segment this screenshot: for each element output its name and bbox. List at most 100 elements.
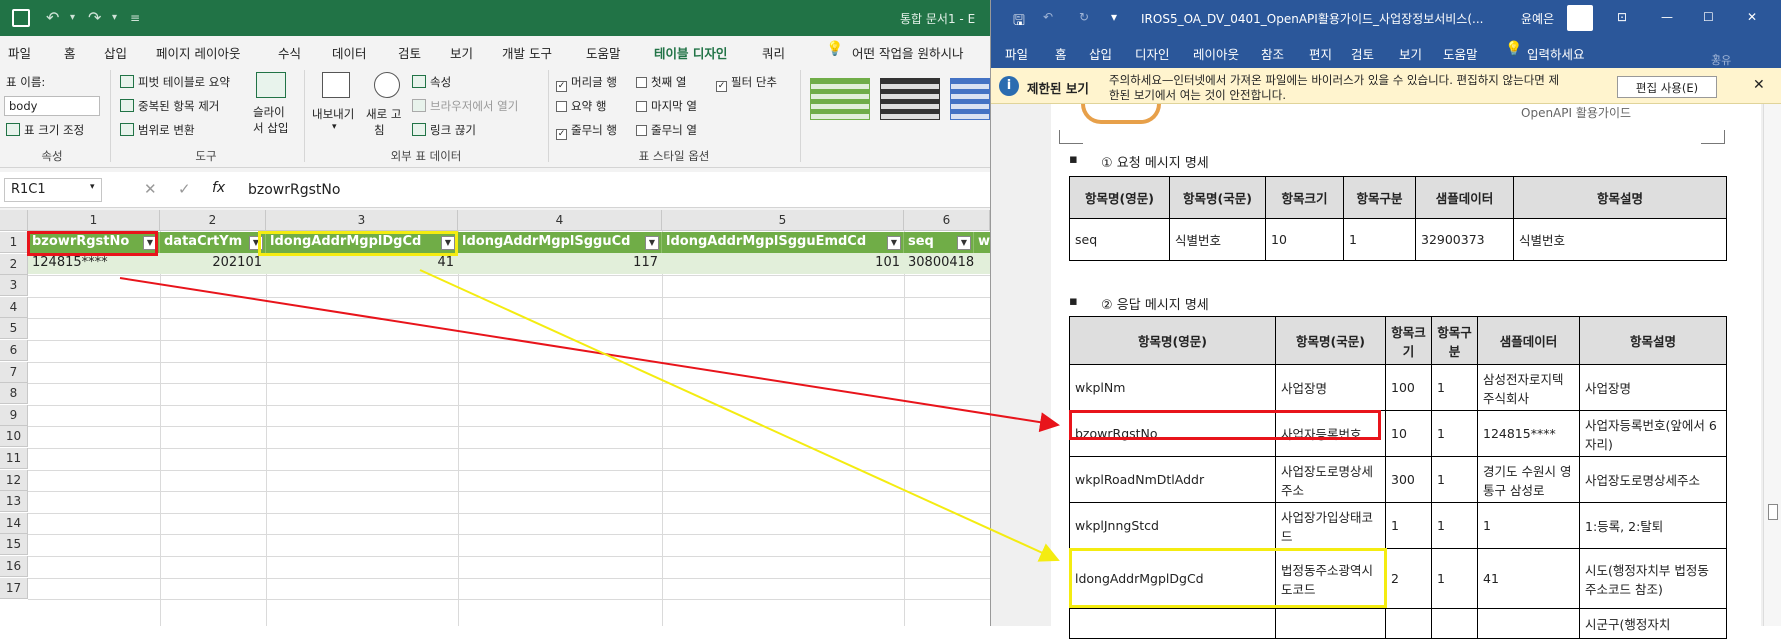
table-cell[interactable]: 101 bbox=[662, 253, 904, 274]
save-icon[interactable] bbox=[12, 9, 30, 27]
column-header[interactable]: 1 bbox=[28, 210, 160, 231]
menu-references[interactable]: 참조 bbox=[1261, 44, 1284, 63]
menu-view[interactable]: 보기 bbox=[450, 43, 473, 62]
row-header[interactable]: 7 bbox=[0, 361, 28, 383]
table-style-blue[interactable] bbox=[950, 78, 990, 120]
chevron-down-icon[interactable]: ▾ bbox=[112, 12, 117, 23]
menu-home[interactable]: 홈 bbox=[64, 43, 76, 62]
filter-dropdown-icon[interactable]: ▼ bbox=[957, 236, 971, 250]
table-cell[interactable]: 30800418 bbox=[904, 253, 990, 274]
unlink-button[interactable]: 링크 끊기 bbox=[412, 122, 476, 138]
row-header[interactable]: 14 bbox=[0, 512, 28, 534]
cancel-icon[interactable]: ✕ bbox=[144, 180, 157, 198]
menu-help[interactable]: 도움말 bbox=[1443, 44, 1478, 63]
vertical-scrollbar[interactable] bbox=[1763, 104, 1781, 626]
tell-me-input[interactable]: 어떤 작업을 원하시나 bbox=[852, 43, 963, 62]
export-button[interactable]: 내보내기 bbox=[312, 106, 354, 122]
menu-file[interactable]: 파일 bbox=[8, 43, 31, 62]
row-header[interactable]: 16 bbox=[0, 556, 28, 577]
filter-dropdown-icon[interactable]: ▼ bbox=[645, 236, 659, 250]
customize-qat-icon[interactable]: ≡ bbox=[130, 11, 140, 25]
insert-slicer-button-l2[interactable]: 서 삽입 bbox=[253, 120, 288, 136]
row-header[interactable]: 1 bbox=[0, 232, 28, 253]
menu-developer[interactable]: 개발 도구 bbox=[502, 43, 552, 62]
table-header-cell[interactable]: seq ▼ bbox=[904, 232, 974, 253]
close-icon[interactable]: ✕ bbox=[1747, 10, 1757, 24]
menu-design[interactable]: 디자인 bbox=[1135, 44, 1170, 63]
pivot-summary-button[interactable]: 피벗 테이블로 요약 bbox=[120, 74, 230, 90]
table-header-cell[interactable]: ldongAddrMgplSgguEmdCd ▼ bbox=[662, 232, 904, 253]
save-icon[interactable]: 🖫 bbox=[1013, 10, 1025, 34]
column-header[interactable]: 6 bbox=[904, 210, 990, 231]
row-header[interactable]: 17 bbox=[0, 577, 28, 599]
open-in-browser-button[interactable]: 브라우저에서 열기 bbox=[412, 98, 518, 114]
table-header-cell[interactable]: ldongAddrMgplSgguCd ▼ bbox=[458, 232, 662, 253]
document-page[interactable]: OpenAPI 활용가이드 ▪ ① 요청 메시지 명세 항목명(영문) 항목명(… bbox=[1051, 104, 1761, 639]
row-header[interactable]: 6 bbox=[0, 340, 28, 361]
table-style-green[interactable] bbox=[810, 78, 870, 120]
row-header[interactable]: 10 bbox=[0, 426, 28, 448]
enable-editing-button[interactable]: 편집 사용(E) bbox=[1617, 76, 1717, 98]
refresh-button-l1[interactable]: 새로 고 bbox=[366, 106, 401, 122]
menu-formulas[interactable]: 수식 bbox=[278, 43, 301, 62]
menu-review[interactable]: 검토 bbox=[398, 43, 421, 62]
insert-slicer-button-l1[interactable]: 슬라이 bbox=[253, 104, 285, 120]
remove-duplicates-button[interactable]: 중복된 항목 제거 bbox=[120, 98, 219, 114]
column-header[interactable]: 2 bbox=[160, 210, 266, 231]
menu-help[interactable]: 도움말 bbox=[586, 43, 621, 62]
avatar[interactable] bbox=[1567, 5, 1593, 31]
scrollbar-thumb[interactable] bbox=[1768, 504, 1778, 520]
properties-button[interactable]: 속성 bbox=[412, 74, 451, 90]
filter-button-checkbox[interactable]: ✓ 필터 단추 bbox=[716, 74, 777, 92]
convert-to-range-button[interactable]: 범위로 변환 bbox=[120, 122, 195, 138]
row-header[interactable]: 12 bbox=[0, 469, 28, 491]
first-column-checkbox[interactable]: 첫째 열 bbox=[636, 74, 686, 90]
menu-file[interactable]: 파일 bbox=[1005, 44, 1028, 63]
table-header-cell[interactable]: w bbox=[974, 232, 990, 253]
close-icon[interactable]: ✕ bbox=[1753, 77, 1765, 93]
row-header[interactable]: 8 bbox=[0, 383, 28, 405]
refresh-button-l2[interactable]: 침 bbox=[374, 122, 385, 138]
resize-table-button[interactable]: 표 크기 조정 bbox=[6, 122, 84, 138]
menu-query[interactable]: 쿼리 bbox=[762, 43, 785, 62]
row-header[interactable]: 4 bbox=[0, 296, 28, 318]
column-header[interactable]: 4 bbox=[458, 210, 662, 231]
ribbon-display-icon[interactable]: ⊡ bbox=[1617, 10, 1627, 24]
total-row-checkbox[interactable]: 요약 행 bbox=[556, 98, 606, 114]
select-all-corner[interactable] bbox=[0, 210, 28, 231]
menu-mailings[interactable]: 편지 bbox=[1309, 44, 1332, 63]
menu-insert[interactable]: 삽입 bbox=[104, 43, 127, 62]
row-header[interactable]: 15 bbox=[0, 534, 28, 556]
banded-columns-checkbox[interactable]: 줄무늬 열 bbox=[636, 122, 697, 138]
table-cell[interactable]: 202101 bbox=[160, 253, 266, 274]
menu-page-layout[interactable]: 페이지 레이아웃 bbox=[156, 43, 240, 62]
column-header[interactable]: 3 bbox=[266, 210, 458, 231]
menu-insert[interactable]: 삽입 bbox=[1089, 44, 1112, 63]
chevron-down-icon[interactable]: ▾ bbox=[90, 182, 95, 192]
row-header[interactable]: 13 bbox=[0, 491, 28, 513]
header-row-checkbox[interactable]: ✓ 머리글 행 bbox=[556, 74, 617, 92]
function-icon[interactable]: fx bbox=[212, 180, 225, 196]
table-cell[interactable]: 124815**** bbox=[28, 253, 160, 274]
tell-me-input[interactable]: 입력하세요 bbox=[1527, 44, 1585, 63]
redo-icon[interactable]: ↷ bbox=[88, 8, 101, 27]
table-name-input[interactable]: body bbox=[4, 96, 100, 116]
enter-icon[interactable]: ✓ bbox=[178, 180, 191, 198]
last-column-checkbox[interactable]: 마지막 열 bbox=[636, 98, 697, 114]
table-cell[interactable]: 117 bbox=[458, 253, 662, 274]
menu-review[interactable]: 검토 bbox=[1351, 44, 1374, 63]
redo-icon[interactable]: ↻ bbox=[1079, 10, 1089, 24]
row-header[interactable]: 9 bbox=[0, 404, 28, 426]
undo-icon[interactable]: ↶ bbox=[1043, 10, 1053, 24]
menu-view[interactable]: 보기 bbox=[1399, 44, 1422, 63]
menu-data[interactable]: 데이터 bbox=[332, 43, 367, 62]
filter-dropdown-icon[interactable]: ▼ bbox=[887, 236, 901, 250]
name-box[interactable]: R1C1 bbox=[4, 178, 102, 202]
formula-input[interactable]: bzowrRgstNo bbox=[248, 182, 340, 198]
maximize-icon[interactable]: ☐ bbox=[1703, 10, 1714, 24]
chevron-down-icon[interactable]: ▾ bbox=[70, 12, 75, 23]
menu-home[interactable]: 홈 bbox=[1055, 44, 1067, 63]
row-header[interactable]: 3 bbox=[0, 275, 28, 297]
table-cell[interactable]: 41 bbox=[266, 253, 458, 274]
table-header-cell[interactable]: dataCrtYm ▼ bbox=[160, 232, 266, 253]
